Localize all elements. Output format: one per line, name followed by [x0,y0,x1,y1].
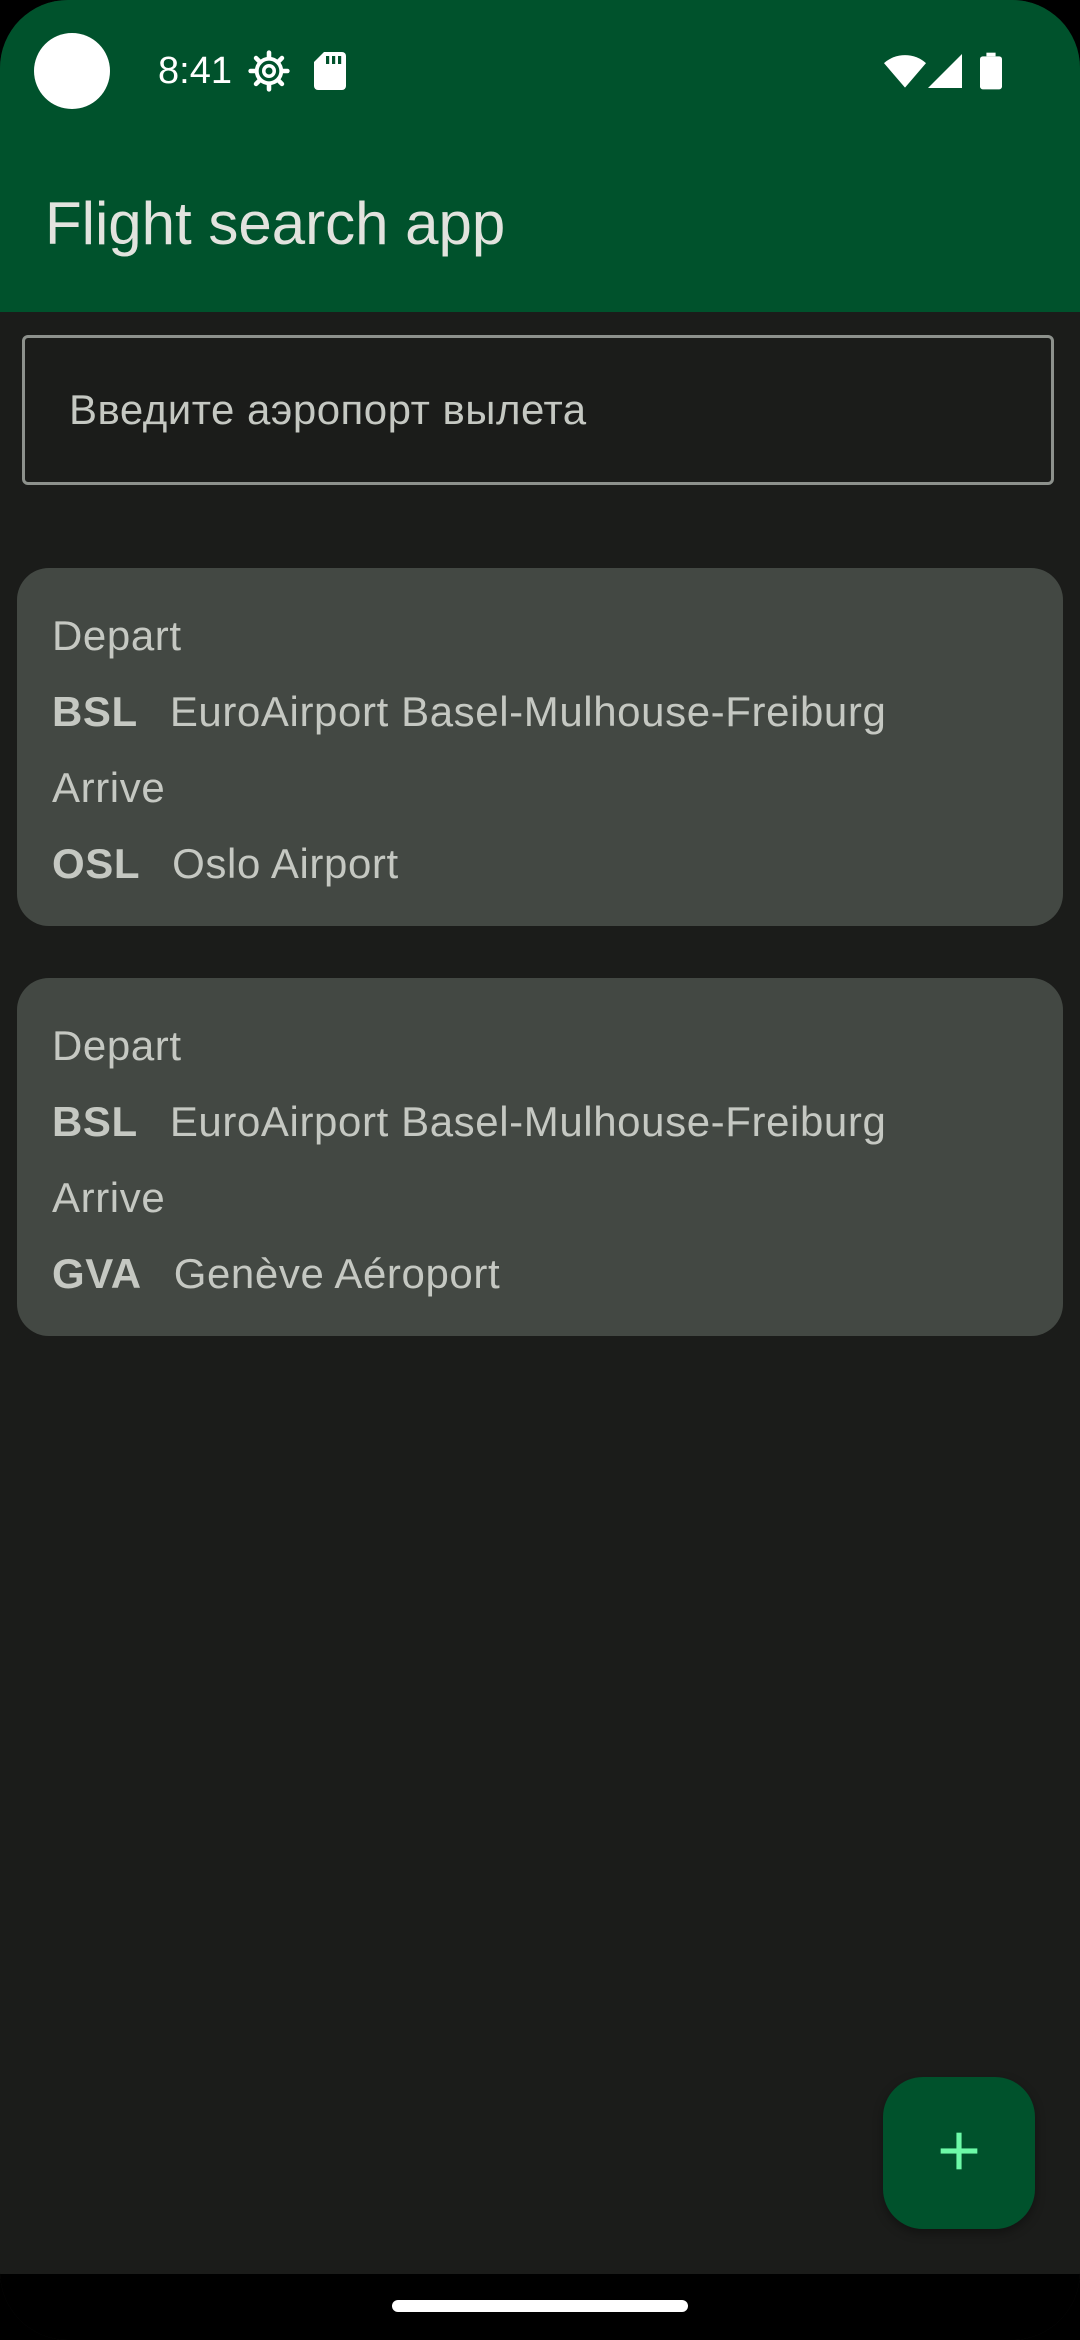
depart-airport-row: BSL EuroAirport Basel-Mulhouse-Freiburg [52,684,886,740]
departure-search-field[interactable] [22,335,1054,485]
phone-screen: 8:41 Flight search app Введите аэропорт … [0,0,1080,2340]
add-fab-button[interactable] [883,2077,1035,2229]
arrive-airport-code: GVA [52,1250,142,1297]
depart-airport-name: EuroAirport Basel-Mulhouse-Freiburg [169,1098,887,1145]
depart-label: Depart [52,612,182,659]
arrive-airport-name: Oslo Airport [172,840,399,887]
signal-icon [928,54,962,93]
arrive-airport-code: OSL [52,840,141,887]
camera-cutout [34,33,110,109]
status-bar: 8:41 [0,0,1080,138]
depart-airport-code: BSL [52,688,138,735]
depart-airport-name: EuroAirport Basel-Mulhouse-Freiburg [169,688,887,735]
battery-icon [980,52,1002,95]
depart-airport-row: BSL EuroAirport Basel-Mulhouse-Freiburg [52,1094,886,1150]
home-indicator[interactable] [392,2300,688,2312]
arrive-label: Arrive [52,1174,166,1221]
flight-card[interactable]: Depart BSL EuroAirport Basel-Mulhouse-Fre… [17,978,1063,1336]
arrive-airport-row: GVA Genève Aéroport [52,1246,500,1302]
departure-search-input[interactable] [25,338,1051,482]
top-app-bar: Flight search app [0,138,1080,312]
app-title: Flight search app [45,190,506,257]
settings-icon [248,50,290,97]
arrive-airport-row: OSL Oslo Airport [52,836,399,892]
depart-airport-code: BSL [52,1098,138,1145]
status-time: 8:41 [158,50,232,92]
wifi-icon [884,54,926,93]
flight-card[interactable]: Depart BSL EuroAirport Basel-Mulhouse-Fre… [17,568,1063,926]
depart-label: Depart [52,1022,182,1069]
sd-card-icon [314,52,346,95]
arrive-label: Arrive [52,764,166,811]
arrive-airport-name: Genève Aéroport [173,1250,501,1297]
plus-icon [937,2129,981,2178]
